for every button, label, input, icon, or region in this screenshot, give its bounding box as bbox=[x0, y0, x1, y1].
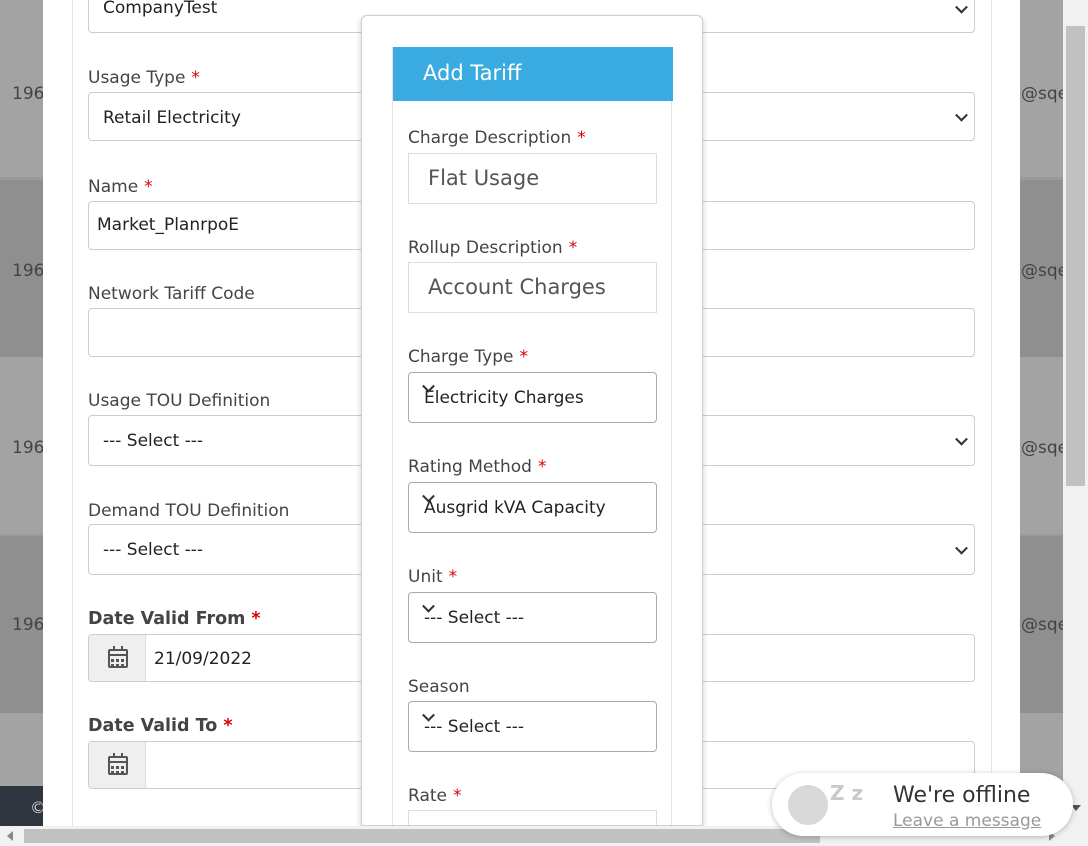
company-value: CompanyTest bbox=[103, 0, 218, 18]
chevron-down-icon bbox=[955, 541, 968, 555]
usage-tou-value: --- Select --- bbox=[103, 431, 204, 451]
usage-type-label: Usage Type * bbox=[88, 68, 200, 88]
rating-method-label: Rating Method * bbox=[408, 457, 547, 477]
sleeping-face-icon bbox=[788, 785, 828, 825]
rollup-description-label: Rollup Description * bbox=[408, 238, 578, 258]
season-select[interactable]: --- Select --- bbox=[408, 701, 657, 752]
unit-label: Unit * bbox=[408, 567, 458, 587]
required-marker: * bbox=[452, 786, 462, 806]
horizontal-scroll-thumb[interactable] bbox=[24, 829, 820, 843]
row-id: 196 bbox=[12, 84, 45, 104]
network-tariff-code-label: Network Tariff Code bbox=[88, 284, 255, 304]
charge-description-input[interactable]: Flat Usage bbox=[408, 153, 657, 204]
season-label: Season bbox=[408, 677, 470, 697]
demand-tou-label: Demand TOU Definition bbox=[88, 501, 290, 521]
chat-widget[interactable]: Z z We're offline Leave a message bbox=[772, 773, 1073, 836]
demand-tou-value: --- Select --- bbox=[103, 540, 204, 560]
unit-value: --- Select --- bbox=[424, 608, 525, 628]
date-valid-to-label: Date Valid To * bbox=[88, 716, 233, 736]
season-value: --- Select --- bbox=[424, 717, 525, 737]
rate-label: Rate * bbox=[408, 786, 462, 806]
required-marker: * bbox=[191, 68, 200, 88]
row-email: @sqe bbox=[1021, 261, 1069, 281]
date-valid-from-value: 21/09/2022 bbox=[154, 649, 252, 669]
usage-type-value: Retail Electricity bbox=[103, 108, 241, 128]
add-tariff-modal: Add Tariff Charge Description * Flat Usag… bbox=[361, 15, 703, 826]
row-id: 196 bbox=[12, 261, 45, 281]
row-email: @sqe bbox=[1021, 84, 1069, 104]
row-email: @sqe bbox=[1021, 615, 1069, 635]
required-marker: * bbox=[223, 716, 233, 736]
calendar-icon bbox=[108, 753, 128, 775]
rollup-description-input[interactable]: Account Charges bbox=[408, 262, 657, 313]
name-value: Market_PlanrpoE bbox=[97, 215, 240, 235]
usage-tou-label: Usage TOU Definition bbox=[88, 391, 271, 411]
row-email: @sqe bbox=[1021, 438, 1069, 458]
vertical-scrollbar[interactable] bbox=[1063, 0, 1088, 826]
rating-method-value: Ausgrid kVA Capacity bbox=[424, 498, 606, 518]
rating-method-select[interactable]: Ausgrid kVA Capacity bbox=[408, 482, 657, 533]
charge-description-label: Charge Description * bbox=[408, 128, 586, 148]
calendar-addon[interactable] bbox=[89, 742, 146, 788]
chevron-down-icon bbox=[955, 432, 968, 446]
required-marker: * bbox=[568, 238, 578, 258]
add-tariff-title: Add Tariff bbox=[423, 61, 522, 85]
required-marker: * bbox=[251, 609, 261, 629]
required-marker: * bbox=[144, 177, 153, 197]
required-marker: * bbox=[537, 457, 547, 477]
row-id: 196 bbox=[12, 615, 45, 635]
add-tariff-header: Add Tariff bbox=[393, 47, 673, 101]
calendar-icon bbox=[108, 646, 128, 668]
rate-input[interactable] bbox=[408, 810, 657, 825]
chevron-down-icon bbox=[955, 108, 968, 122]
scroll-left-arrow-icon[interactable] bbox=[7, 831, 13, 841]
row-id: 196 bbox=[12, 438, 45, 458]
leave-message-link[interactable]: Leave a message bbox=[893, 811, 1041, 831]
date-valid-from-label: Date Valid From * bbox=[88, 609, 261, 629]
calendar-addon[interactable] bbox=[89, 635, 146, 681]
vertical-scroll-thumb[interactable] bbox=[1066, 26, 1085, 486]
name-label: Name * bbox=[88, 177, 153, 197]
rollup-description-value: Account Charges bbox=[428, 275, 606, 299]
charge-type-select[interactable]: Electricity Charges bbox=[408, 372, 657, 423]
charge-type-label: Charge Type * bbox=[408, 347, 528, 367]
required-marker: * bbox=[519, 347, 528, 367]
required-marker: * bbox=[577, 128, 586, 148]
chat-status-title: We're offline bbox=[893, 783, 1031, 808]
unit-select[interactable]: --- Select --- bbox=[408, 592, 657, 643]
required-marker: * bbox=[448, 567, 458, 587]
charge-type-value: Electricity Charges bbox=[424, 388, 584, 408]
charge-description-value: Flat Usage bbox=[428, 166, 540, 190]
sleep-zz-icon: Z z bbox=[830, 781, 864, 805]
chevron-down-icon bbox=[955, 0, 968, 14]
